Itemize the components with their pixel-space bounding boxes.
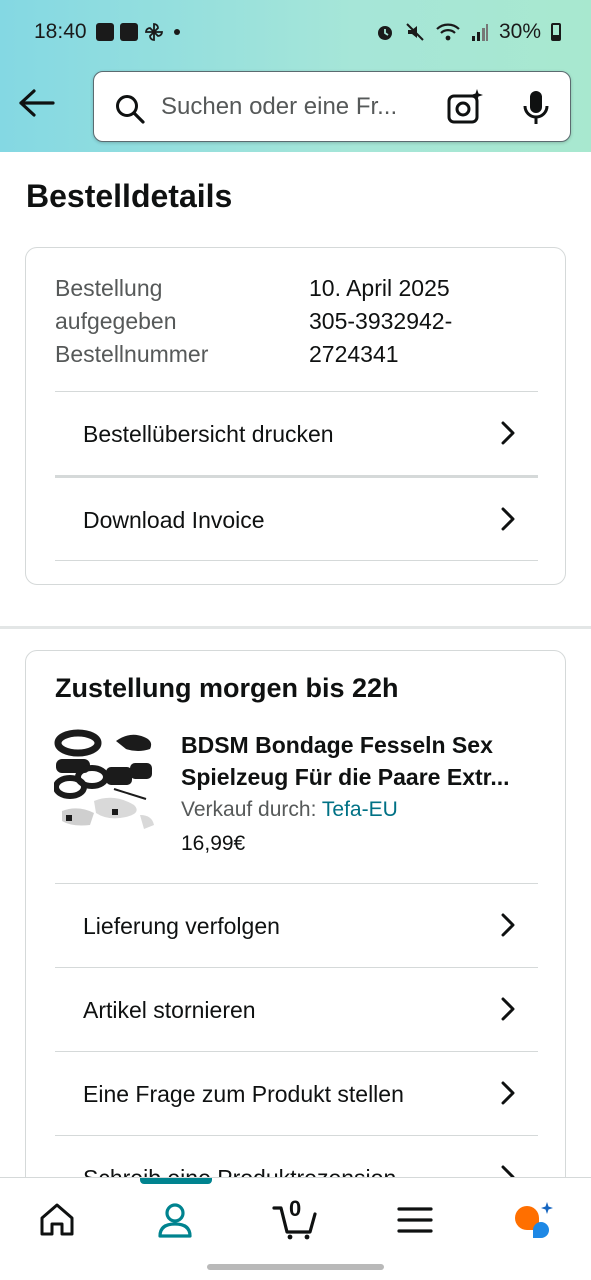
pinwheel-icon bbox=[145, 23, 163, 41]
track-delivery-label: Lieferung verfolgen bbox=[83, 913, 280, 939]
download-invoice-label: Download Invoice bbox=[83, 507, 265, 533]
download-invoice-row[interactable]: Download Invoice bbox=[55, 475, 538, 559]
chevron-right-icon bbox=[501, 913, 515, 937]
back-arrow-icon[interactable] bbox=[18, 88, 56, 118]
product-title-line1: BDSM Bondage Fesseln Sex bbox=[181, 732, 493, 758]
rufus-assistant-icon[interactable] bbox=[511, 1200, 557, 1240]
chevron-right-icon bbox=[501, 997, 515, 1021]
chevron-right-icon bbox=[501, 1165, 515, 1177]
chevron-right-icon bbox=[501, 421, 515, 445]
order-number-part1: 305-3932942- bbox=[309, 308, 453, 334]
image-notification-icon bbox=[96, 23, 114, 41]
more-notifications-dot bbox=[174, 29, 180, 35]
order-number-label: Bestellnummer bbox=[55, 341, 209, 367]
chevron-right-icon bbox=[501, 1081, 515, 1105]
delivery-heading: Zustellung morgen bis 22h bbox=[55, 673, 399, 703]
cancel-item-row[interactable]: Artikel stornieren bbox=[55, 967, 538, 1051]
status-bar: 18:40 30% bbox=[0, 0, 591, 66]
order-date: 10. April 2025 bbox=[309, 275, 450, 301]
seller-link[interactable]: Tefa-EU bbox=[322, 798, 398, 821]
app-header: 18:40 30% bbox=[0, 0, 591, 152]
battery-percent: 30% bbox=[498, 20, 541, 43]
notification-icons bbox=[96, 22, 180, 42]
order-number-part2: 2724341 bbox=[309, 341, 399, 367]
system-icons: 30% bbox=[375, 20, 561, 44]
print-summary-label: Bestellübersicht drucken bbox=[83, 421, 334, 447]
order-details-page: Bestelldetails Bestellung aufgegeben Bes… bbox=[0, 152, 591, 1177]
search-icon bbox=[116, 95, 145, 124]
track-delivery-row[interactable]: Lieferung verfolgen bbox=[55, 883, 538, 967]
product-title-line2: Spielzeug Für die Paare Extr... bbox=[181, 764, 510, 790]
home-icon[interactable] bbox=[37, 1200, 77, 1240]
order-summary-card: Bestellung aufgegeben Bestellnummer 10. … bbox=[25, 247, 566, 585]
order-placed-label-2: aufgegeben bbox=[55, 308, 177, 334]
print-summary-row[interactable]: Bestellübersicht drucken bbox=[55, 391, 538, 475]
microphone-icon[interactable] bbox=[522, 89, 550, 127]
shipment-card: Zustellung morgen bis 22h BDSM Bondage F… bbox=[25, 650, 566, 1177]
status-time: 18:40 bbox=[34, 20, 87, 43]
account-icon[interactable] bbox=[155, 1200, 195, 1240]
seller-prefix: Verkauf durch: bbox=[181, 798, 317, 821]
camera-search-icon[interactable] bbox=[446, 88, 484, 126]
order-placed-label: Bestellung bbox=[55, 275, 163, 301]
chevron-right-icon bbox=[501, 507, 515, 531]
write-review-row[interactable]: Schreib eine Produktrezension bbox=[55, 1135, 538, 1177]
search-input[interactable] bbox=[161, 90, 431, 124]
product-price: 16,99€ bbox=[181, 832, 246, 855]
menu-icon[interactable] bbox=[395, 1200, 435, 1240]
mute-icon bbox=[406, 23, 424, 41]
write-review-label: Schreib eine Produktrezension bbox=[83, 1136, 396, 1177]
check-notification-icon bbox=[120, 23, 138, 41]
active-tab-indicator bbox=[140, 1178, 212, 1184]
cart-count: 0 bbox=[289, 1196, 302, 1221]
section-separator bbox=[0, 626, 591, 629]
product-image[interactable] bbox=[54, 729, 158, 835]
signal-icon bbox=[471, 24, 488, 41]
ask-question-row[interactable]: Eine Frage zum Produkt stellen bbox=[55, 1051, 538, 1135]
page-title: Bestelldetails bbox=[26, 178, 233, 214]
wifi-icon bbox=[436, 23, 460, 41]
seller-info: Verkauf durch: Tefa-EU bbox=[181, 798, 398, 822]
cancel-item-label: Artikel stornieren bbox=[83, 997, 256, 1023]
ask-question-label: Eine Frage zum Produkt stellen bbox=[83, 1081, 404, 1107]
battery-icon bbox=[551, 23, 561, 41]
gesture-home-bar[interactable] bbox=[207, 1264, 384, 1270]
divider bbox=[55, 560, 538, 561]
product-title[interactable]: BDSM Bondage Fesseln Sex Spielzeug Für d… bbox=[181, 729, 541, 793]
alarm-icon bbox=[377, 26, 392, 40]
search-bar[interactable] bbox=[93, 71, 571, 142]
